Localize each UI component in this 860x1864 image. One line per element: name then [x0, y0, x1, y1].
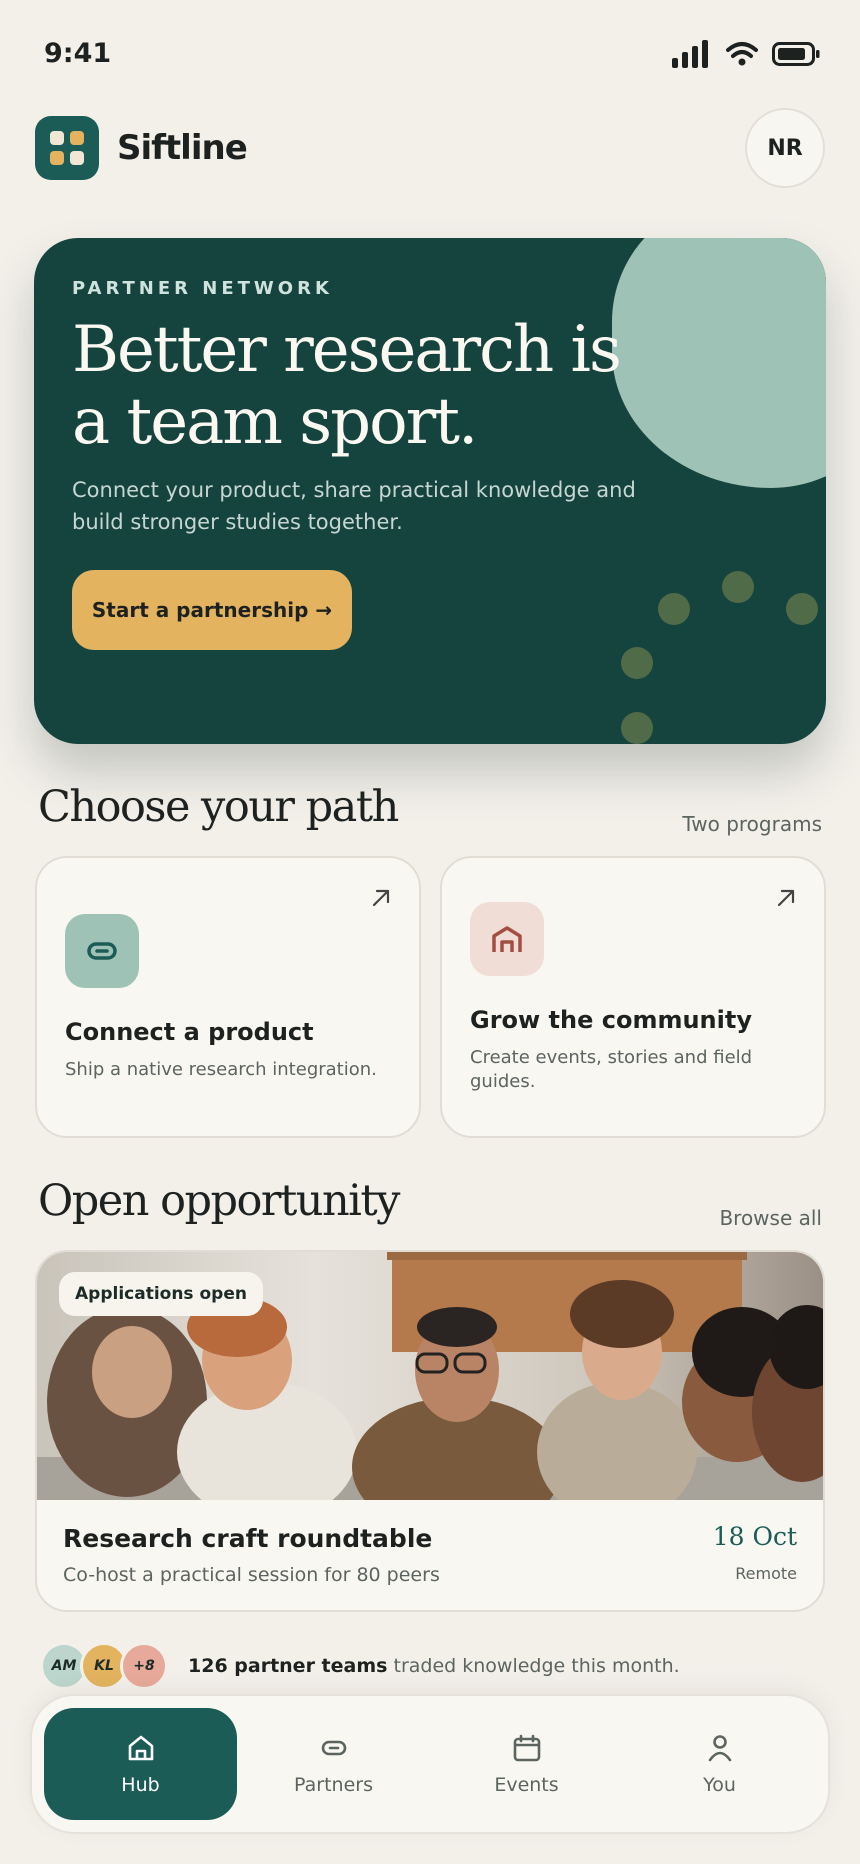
path-card-grow-community[interactable]: Grow the community Create events, storie…: [440, 856, 826, 1138]
signal-icon: [672, 40, 708, 68]
status-time: 9:41: [44, 38, 112, 69]
path-card-connect-product[interactable]: Connect a product Ship a native research…: [35, 856, 421, 1138]
status-bar: 9:41: [0, 0, 860, 110]
tab-events[interactable]: Events: [430, 1708, 623, 1820]
decorative-dot: [621, 712, 653, 744]
decorative-dot: [621, 647, 653, 679]
decorative-dot: [658, 593, 690, 625]
path-card-description: Create events, stories and field guides.: [470, 1047, 753, 1092]
app-header: Siftline NR: [35, 108, 825, 188]
tab-hub[interactable]: Hub: [44, 1708, 237, 1820]
start-partnership-button[interactable]: Start a partnership →: [72, 570, 352, 650]
browse-all-link[interactable]: Browse all: [719, 1206, 822, 1230]
stats-rest: traded knowledge this month.: [387, 1655, 680, 1677]
decorative-dot: [786, 593, 818, 625]
decorative-dot: [722, 571, 754, 603]
battery-icon: [772, 42, 820, 66]
decorative-blob: [612, 238, 826, 488]
link-icon: [321, 1740, 346, 1756]
home-icon: [128, 1735, 153, 1761]
partner-stats: AM KL +8 126 partner teams traded knowle…: [40, 1640, 820, 1692]
hero-eyebrow: PARTNER NETWORK: [72, 278, 333, 299]
bottom-tab-bar: Hub Partners Events You: [30, 1694, 830, 1834]
event-title: Research craft roundtable: [63, 1524, 433, 1553]
app-name: Siftline: [117, 128, 248, 168]
path-card-description: Ship a native research integration.: [65, 1059, 377, 1080]
tab-label: Partners: [294, 1774, 373, 1796]
programs-count: Two programs: [682, 812, 822, 836]
hero-card: PARTNER NETWORK Better research is a tea…: [34, 238, 826, 744]
section-title-opportunity: Open opportunity: [38, 1176, 400, 1226]
wifi-icon: [726, 42, 758, 66]
stats-highlight: 126 partner teams: [188, 1655, 388, 1677]
stats-text: 126 partner teams traded knowledge this …: [188, 1655, 680, 1677]
tab-label: Hub: [121, 1774, 160, 1796]
event-description: Co-host a practical session for 80 peers: [63, 1564, 440, 1586]
tab-you[interactable]: You: [623, 1708, 816, 1820]
community-icon: [470, 902, 544, 976]
arrow-up-right-icon: [777, 889, 795, 907]
avatar-overflow-count: +8: [120, 1642, 168, 1690]
status-badge: Applications open: [59, 1272, 263, 1316]
path-card-title: Grow the community: [470, 1006, 752, 1034]
tab-label: You: [703, 1774, 736, 1796]
hero-headline: Better research is a team sport.: [72, 313, 622, 459]
link-icon: [65, 914, 139, 988]
app-logo: [35, 116, 99, 180]
calendar-icon: [513, 1734, 540, 1762]
hero-subtext: Connect your product, share practical kn…: [72, 478, 636, 534]
event-location: Remote: [735, 1564, 797, 1583]
path-card-title: Connect a product: [65, 1018, 314, 1046]
tab-partners[interactable]: Partners: [237, 1708, 430, 1820]
event-date: 18 Oct: [712, 1522, 797, 1551]
tab-label: Events: [494, 1774, 559, 1796]
roundtable-photo: Applications open: [37, 1252, 823, 1500]
section-title-paths: Choose your path: [38, 782, 399, 832]
user-icon: [708, 1735, 731, 1762]
arrow-up-right-icon: [372, 889, 390, 907]
opportunity-card[interactable]: Applications open Research craft roundta…: [35, 1250, 825, 1612]
user-avatar[interactable]: NR: [745, 108, 825, 188]
